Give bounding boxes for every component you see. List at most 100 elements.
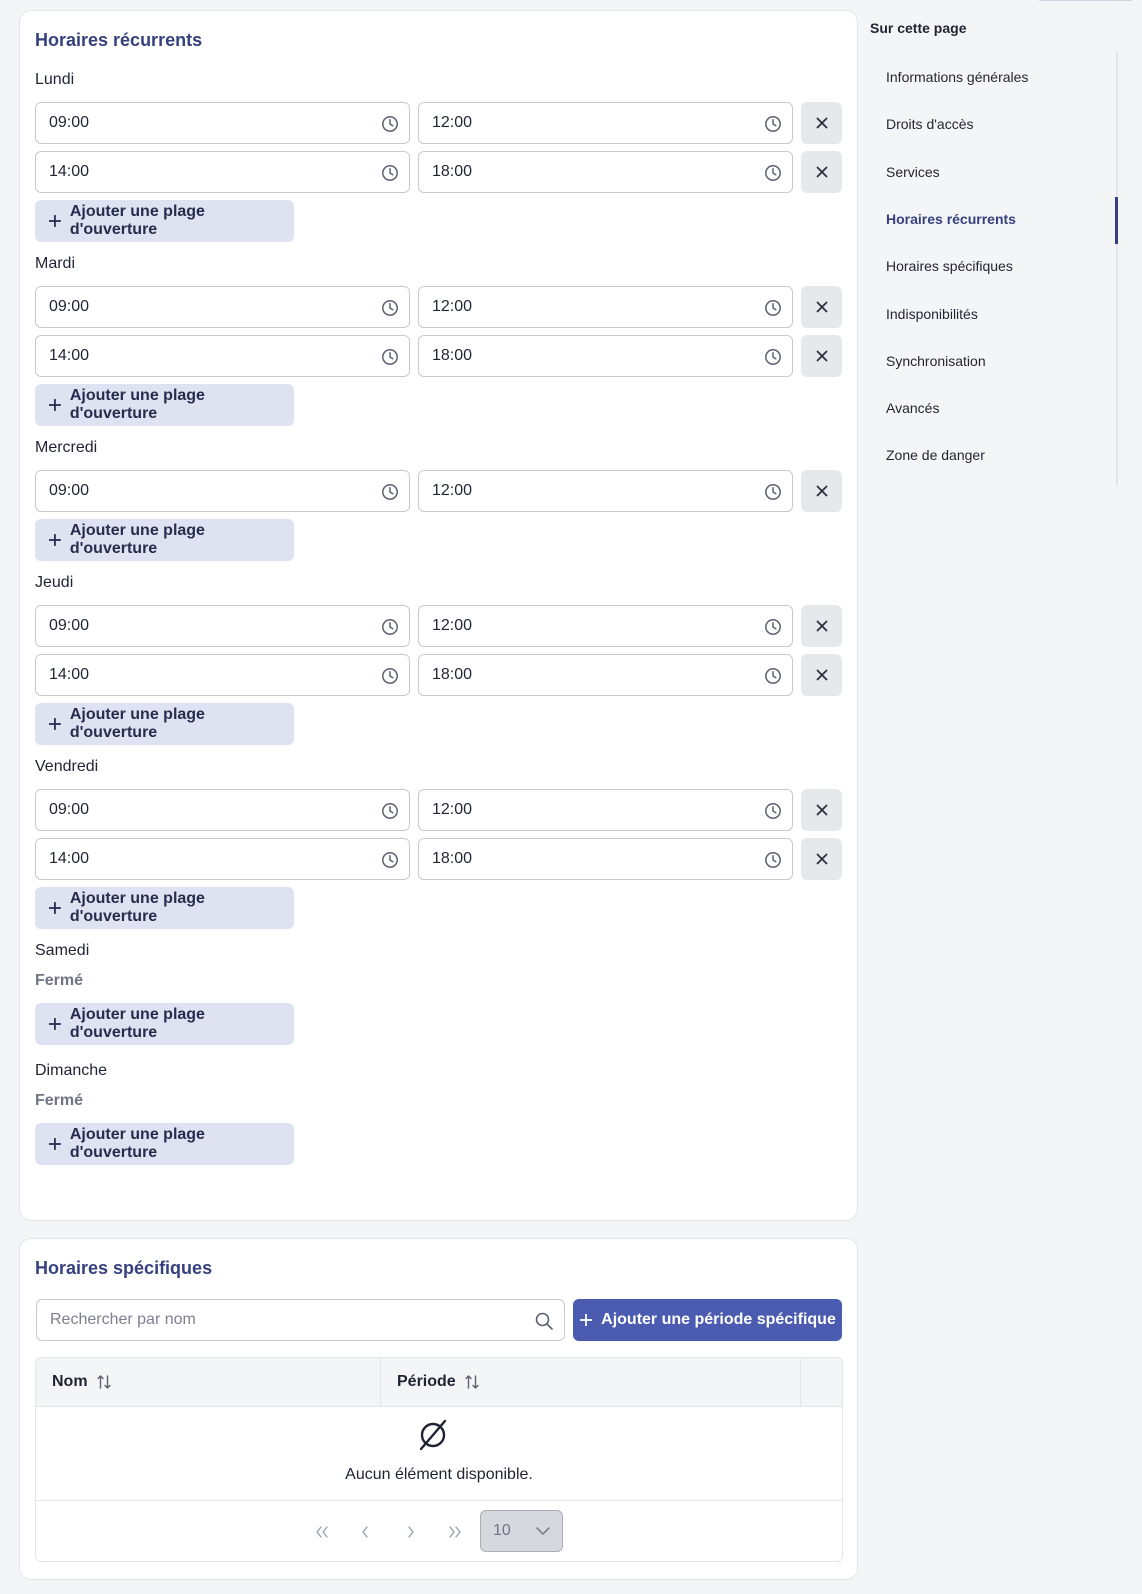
remove-range-button[interactable] (801, 335, 842, 377)
clock-icon[interactable] (381, 164, 399, 182)
clock-icon[interactable] (764, 851, 782, 869)
start-time-input[interactable]: 09:00 (35, 286, 410, 328)
start-time-value: 14:00 (49, 163, 90, 180)
clock-icon[interactable] (381, 618, 399, 636)
add-range-button[interactable]: Ajouter une plage d'ouverture (35, 384, 294, 426)
closed-label: Fermé (35, 1092, 84, 1109)
start-time-input[interactable]: 14:00 (35, 335, 410, 377)
chevron-down-icon (536, 1527, 550, 1535)
add-range-button[interactable]: Ajouter une plage d'ouverture (35, 887, 294, 929)
clock-icon[interactable] (764, 348, 782, 366)
start-time-input[interactable]: 14:00 (35, 838, 410, 880)
clock-icon[interactable] (764, 667, 782, 685)
specific-hours-table: Nom Période Aucun élément disponible. 10 (35, 1357, 843, 1562)
clock-icon[interactable] (381, 483, 399, 501)
remove-range-button[interactable] (801, 470, 842, 512)
close-icon (816, 669, 827, 681)
toc-item-avances[interactable]: Avancés (886, 400, 939, 416)
end-time-input[interactable]: 18:00 (418, 838, 793, 880)
recurring-hours-title: Horaires récurrents (35, 30, 203, 50)
empty-set-icon (419, 1419, 447, 1451)
end-time-input[interactable]: 12:00 (418, 102, 793, 144)
end-time-input[interactable]: 18:00 (418, 654, 793, 696)
remove-range-button[interactable] (801, 838, 842, 880)
rows-per-page-select[interactable]: 10 (480, 1510, 563, 1552)
add-range-button[interactable]: Ajouter une plage d'ouverture (35, 1123, 294, 1165)
clock-icon[interactable] (381, 299, 399, 317)
toc-item-droits-d-acces[interactable]: Droits d'accès (886, 116, 973, 132)
close-icon (816, 485, 827, 497)
start-time-input[interactable]: 09:00 (35, 470, 410, 512)
first-page-button[interactable] (302, 1511, 342, 1553)
start-time-input[interactable]: 09:00 (35, 102, 410, 144)
clock-icon[interactable] (764, 802, 782, 820)
column-header-name[interactable]: Nom (36, 1358, 381, 1406)
close-icon (816, 301, 827, 313)
toc-item-horaires-recurrents[interactable]: Horaires récurrents (886, 211, 1016, 227)
end-time-value: 12:00 (432, 114, 473, 131)
end-time-input[interactable]: 12:00 (418, 470, 793, 512)
table-header: Nom Période (36, 1358, 842, 1407)
remove-range-button[interactable] (801, 286, 842, 328)
column-header-period[interactable]: Période (381, 1358, 801, 1406)
empty-message: Aucun élément disponible. (345, 1466, 533, 1483)
add-range-button[interactable]: Ajouter une plage d'ouverture (35, 200, 294, 242)
clock-icon[interactable] (381, 851, 399, 869)
toc-item-synchronisation[interactable]: Synchronisation (886, 353, 986, 369)
clock-icon[interactable] (381, 348, 399, 366)
start-time-input[interactable]: 09:00 (35, 789, 410, 831)
clock-icon[interactable] (764, 299, 782, 317)
end-time-input[interactable]: 12:00 (418, 286, 793, 328)
close-icon (816, 117, 827, 129)
end-time-input[interactable]: 18:00 (418, 151, 793, 193)
add-range-button[interactable]: Ajouter une plage d'ouverture (35, 519, 294, 561)
toc-item-indisponibilites[interactable]: Indisponibilités (886, 306, 978, 322)
remove-range-button[interactable] (801, 151, 842, 193)
end-time-value: 18:00 (432, 163, 473, 180)
remove-range-button[interactable] (801, 102, 842, 144)
clock-icon[interactable] (764, 164, 782, 182)
remove-range-button[interactable] (801, 654, 842, 696)
recurring-hours-card: Horaires récurrents Lundi 09:00 12:00 14:00… (19, 10, 858, 1221)
add-range-label: Ajouter une plage d'ouverture (69, 522, 205, 557)
close-icon (816, 804, 827, 816)
clock-icon[interactable] (381, 667, 399, 685)
toc-item-services[interactable]: Services (886, 164, 940, 180)
toc-item-informations-generales[interactable]: Informations générales (886, 69, 1028, 85)
start-time-input[interactable]: 09:00 (35, 605, 410, 647)
add-range-button[interactable]: Ajouter une plage d'ouverture (35, 703, 294, 745)
column-header-period-label: Période (397, 1373, 456, 1390)
last-page-button[interactable] (435, 1511, 475, 1553)
double-chevron-right-icon (449, 1526, 461, 1538)
clock-icon[interactable] (381, 802, 399, 820)
close-icon (816, 853, 827, 865)
chevron-left-icon (362, 1526, 368, 1538)
add-specific-period-button[interactable]: Ajouter une période spécifique (573, 1299, 842, 1341)
start-time-value: 09:00 (49, 482, 90, 499)
end-time-input[interactable]: 18:00 (418, 335, 793, 377)
search-input[interactable]: Rechercher par nom (36, 1299, 565, 1341)
add-range-button[interactable]: Ajouter une plage d'ouverture (35, 1003, 294, 1045)
plus-icon (48, 215, 61, 227)
plus-icon (48, 1018, 61, 1030)
toc-item-horaires-specifiques[interactable]: Horaires spécifiques (886, 258, 1013, 274)
clock-icon[interactable] (764, 483, 782, 501)
clock-icon[interactable] (381, 115, 399, 133)
start-time-value: 14:00 (49, 666, 90, 683)
close-icon (816, 620, 827, 632)
clock-icon[interactable] (764, 618, 782, 636)
remove-range-button[interactable] (801, 605, 842, 647)
end-time-input[interactable]: 12:00 (418, 605, 793, 647)
start-time-input[interactable]: 14:00 (35, 151, 410, 193)
previous-page-button[interactable] (345, 1511, 385, 1553)
clock-icon[interactable] (764, 115, 782, 133)
toc-item-zone-de-danger[interactable]: Zone de danger (886, 447, 985, 463)
remove-range-button[interactable] (801, 789, 842, 831)
search-icon[interactable] (534, 1311, 554, 1331)
specific-hours-card: Horaires spécifiques Rechercher par nom … (19, 1238, 858, 1580)
add-range-label: Ajouter une plage d'ouverture (69, 1126, 205, 1161)
start-time-value: 09:00 (49, 298, 90, 315)
start-time-input[interactable]: 14:00 (35, 654, 410, 696)
end-time-input[interactable]: 12:00 (418, 789, 793, 831)
next-page-button[interactable] (391, 1511, 431, 1553)
